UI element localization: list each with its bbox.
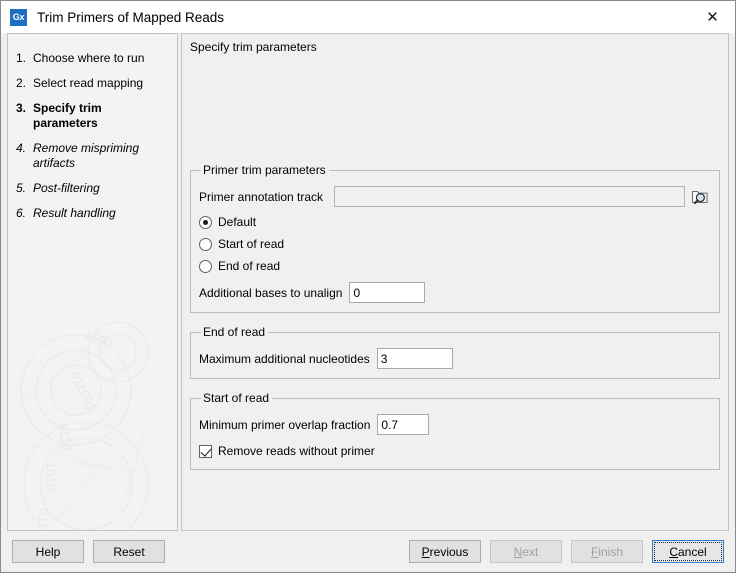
overlap-fraction-row: Minimum primer overlap fraction: [199, 414, 711, 435]
radio-start-of-read[interactable]: Start of read: [199, 237, 711, 251]
radio-label-default: Default: [218, 215, 256, 229]
radio-end-of-read[interactable]: End of read: [199, 259, 711, 273]
svg-text:GCTAAGCCTTAGCGATCGTAAC: GCTAAGCCTTAGCGATCGTAAC: [16, 349, 91, 409]
step-label: Specify trim parameters: [33, 101, 167, 131]
checkbox-label: Remove reads without primer: [218, 444, 375, 458]
radio-indicator-default: [199, 216, 212, 229]
dialog-button-bar: Help Reset Previous Next Finish Cancel: [1, 531, 735, 572]
sidebar-item-post-filtering[interactable]: 5. Post-filtering: [8, 176, 177, 201]
svg-text:ATTGCCAGTTACGGATCCAAGT: ATTGCCAGTTACGGATCCAAGT: [23, 440, 110, 474]
decorative-watermark: 1100 011001 0110 1010 0110 GCTAAGCCTTAGC…: [7, 312, 178, 531]
app-icon: Gx: [10, 9, 27, 26]
radio-indicator-start-of-read: [199, 238, 212, 251]
primer-annotation-track-label: Primer annotation track: [199, 190, 323, 204]
sidebar-item-remove-mispriming-artifacts[interactable]: 4. Remove mispriming artifacts: [8, 136, 177, 176]
primer-annotation-track-input[interactable]: [334, 186, 685, 207]
svg-text:CAGGTCAATGCCTTAGGCAATC: CAGGTCAATGCCTTAGGCAATC: [74, 462, 165, 477]
previous-mnemonic: P: [422, 545, 430, 559]
folder-search-icon[interactable]: [690, 186, 711, 207]
svg-text:1100: 1100: [83, 327, 115, 351]
help-button[interactable]: Help: [12, 540, 84, 563]
wizard-steps-sidebar: 1100 011001 0110 1010 0110 GCTAAGCCTTAGC…: [7, 33, 178, 531]
additional-bases-label: Additional bases to unalign: [199, 286, 342, 300]
step-number: 5.: [16, 181, 33, 196]
previous-label: revious: [430, 545, 469, 559]
step-label: Select read mapping: [33, 76, 143, 91]
group-start-of-read: Start of read Minimum primer overlap fra…: [190, 391, 720, 470]
step-number: 4.: [16, 141, 33, 171]
close-icon[interactable]: ✕: [690, 1, 735, 32]
step-number: 2.: [16, 76, 33, 91]
max-nucleotides-row: Maximum additional nucleotides: [199, 348, 711, 369]
dialog-body: 1100 011001 0110 1010 0110 GCTAAGCCTTAGC…: [1, 33, 735, 531]
group-legend: Primer trim parameters: [201, 163, 329, 177]
sidebar-item-select-read-mapping[interactable]: 2. Select read mapping: [8, 71, 177, 96]
svg-text:0110: 0110: [55, 422, 75, 452]
finish-button: Finish: [571, 540, 643, 563]
checkbox-indicator: [199, 445, 212, 458]
svg-text:GGCATTCCAAGTTCGGAT: GGCATTCCAAGTTCGGAT: [122, 429, 148, 502]
next-label: ext: [522, 545, 538, 559]
step-label: Post-filtering: [33, 181, 100, 196]
dialog-window: Gx Trim Primers of Mapped Reads ✕ 1100: [0, 0, 736, 573]
step-label: Remove mispriming artifacts: [33, 141, 151, 171]
sidebar-item-choose-where-to-run[interactable]: 1. Choose where to run: [8, 46, 177, 71]
group-primer-trim-parameters: Primer trim parameters Primer annotation…: [190, 163, 720, 313]
previous-button[interactable]: Previous: [409, 540, 481, 563]
cancel-button[interactable]: Cancel: [652, 540, 724, 563]
sidebar-item-specify-trim-parameters[interactable]: 3. Specify trim parameters: [8, 96, 177, 136]
primer-annotation-track-row: Primer annotation track: [199, 186, 711, 207]
svg-text:1010: 1010: [43, 462, 59, 491]
max-nucleotides-input[interactable]: [377, 348, 453, 369]
radio-indicator-end-of-read: [199, 260, 212, 273]
page-title: Specify trim parameters: [182, 34, 728, 60]
additional-bases-input[interactable]: [349, 282, 425, 303]
step-number: 3.: [16, 101, 33, 131]
title-bar: Gx Trim Primers of Mapped Reads ✕: [1, 1, 735, 33]
radio-label-end-of-read: End of read: [218, 259, 280, 273]
overlap-fraction-input[interactable]: [377, 414, 429, 435]
group-legend: Start of read: [201, 391, 272, 405]
step-number: 6.: [16, 206, 33, 221]
cancel-label: ancel: [678, 545, 707, 559]
step-number: 1.: [16, 51, 33, 66]
step-label: Result handling: [33, 206, 116, 221]
finish-label: inish: [598, 545, 623, 559]
step-label: Choose where to run: [33, 51, 144, 66]
max-nucleotides-label: Maximum additional nucleotides: [199, 352, 370, 366]
svg-text:TTCAGGCATTAGCCATGGAATC: TTCAGGCATTAGCCATGGAATC: [55, 449, 115, 524]
svg-text:011001: 011001: [67, 369, 99, 414]
radio-default[interactable]: Default: [199, 215, 711, 229]
main-panel: Specify trim parameters Primer trim para…: [181, 33, 729, 531]
additional-bases-row: Additional bases to unalign: [199, 282, 711, 303]
window-title: Trim Primers of Mapped Reads: [37, 10, 224, 25]
group-legend: End of read: [201, 325, 268, 339]
parameters-container: Primer trim parameters Primer annotation…: [182, 60, 728, 530]
checkbox-remove-reads-without-primer[interactable]: Remove reads without primer: [199, 444, 711, 458]
radio-label-start-of-read: Start of read: [218, 237, 284, 251]
reset-button[interactable]: Reset: [93, 540, 165, 563]
next-button: Next: [490, 540, 562, 563]
cancel-mnemonic: C: [669, 545, 678, 559]
svg-text:0110: 0110: [35, 508, 52, 531]
sidebar-item-result-handling[interactable]: 6. Result handling: [8, 201, 177, 226]
group-end-of-read: End of read Maximum additional nucleotid…: [190, 325, 720, 379]
overlap-fraction-label: Minimum primer overlap fraction: [199, 418, 370, 432]
